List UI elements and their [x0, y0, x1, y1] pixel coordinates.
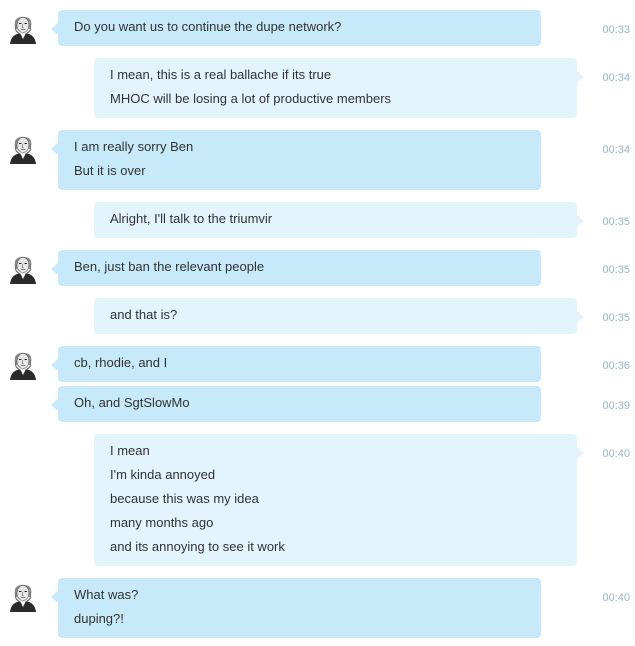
message-timestamp: 00:39	[602, 400, 630, 412]
message-text: I mean	[110, 443, 150, 458]
message-timestamp: 00:40	[602, 448, 630, 460]
message-text: MHOC will be losing a lot of productive …	[110, 91, 392, 106]
message-timestamp: 00:33	[602, 24, 630, 36]
incoming-message-bubble[interactable]: What was? duping?!	[51, 578, 541, 638]
message-text: cb, rhodie, and I	[74, 355, 168, 370]
avatar-icon[interactable]	[7, 580, 39, 612]
message-timestamp: 00:36	[602, 360, 630, 372]
message-text: and its annoying to see it work	[110, 539, 285, 554]
avatar-icon[interactable]	[7, 252, 39, 284]
outgoing-message-bubble[interactable]: I mean I'm kinda annoyed because this was …	[94, 434, 584, 566]
outgoing-message-bubble[interactable]: and that is?	[94, 298, 584, 334]
message-text: I mean, this is a real ballache if its t…	[110, 67, 332, 82]
message-text: duping?!	[74, 611, 124, 626]
message-text: Oh, and SgtSlowMo	[74, 395, 190, 410]
message-timestamp: 00:40	[602, 592, 630, 604]
message-timestamp: 00:35	[602, 264, 630, 276]
message-text: I'm kinda annoyed	[110, 467, 216, 482]
avatar-icon[interactable]	[7, 348, 39, 380]
message-text: Do you want us to continue the dupe netw…	[74, 19, 342, 34]
incoming-message-bubble[interactable]: cb, rhodie, and I	[51, 346, 541, 382]
outgoing-message-bubble[interactable]: I mean, this is a real ballache if its t…	[94, 58, 584, 118]
message-text: because this was my idea	[110, 491, 259, 506]
avatar-icon[interactable]	[7, 12, 39, 44]
outgoing-message-bubble[interactable]: Alright, I'll talk to the triumvir	[94, 202, 584, 238]
message-timestamp: 00:34	[602, 144, 630, 156]
message-timestamp: 00:35	[602, 216, 630, 228]
message-text: Ben, just ban the relevant people	[74, 259, 265, 274]
message-text: I am really sorry Ben	[74, 139, 194, 154]
incoming-message-bubble[interactable]: Oh, and SgtSlowMo	[51, 386, 541, 422]
incoming-message-bubble[interactable]: I am really sorry Ben But it is over	[51, 130, 541, 190]
message-text: and that is?	[110, 307, 178, 322]
message-text: many months ago	[110, 515, 214, 530]
message-text: What was?	[74, 587, 139, 602]
message-text: But it is over	[74, 163, 146, 178]
message-text: Alright, I'll talk to the triumvir	[110, 211, 273, 226]
message-timestamp: 00:34	[602, 72, 630, 84]
message-timestamp: 00:35	[602, 312, 630, 324]
incoming-message-bubble[interactable]: Do you want us to continue the dupe netw…	[51, 10, 541, 46]
incoming-message-bubble[interactable]: Ben, just ban the relevant people	[51, 250, 541, 286]
avatar-icon[interactable]	[7, 132, 39, 164]
